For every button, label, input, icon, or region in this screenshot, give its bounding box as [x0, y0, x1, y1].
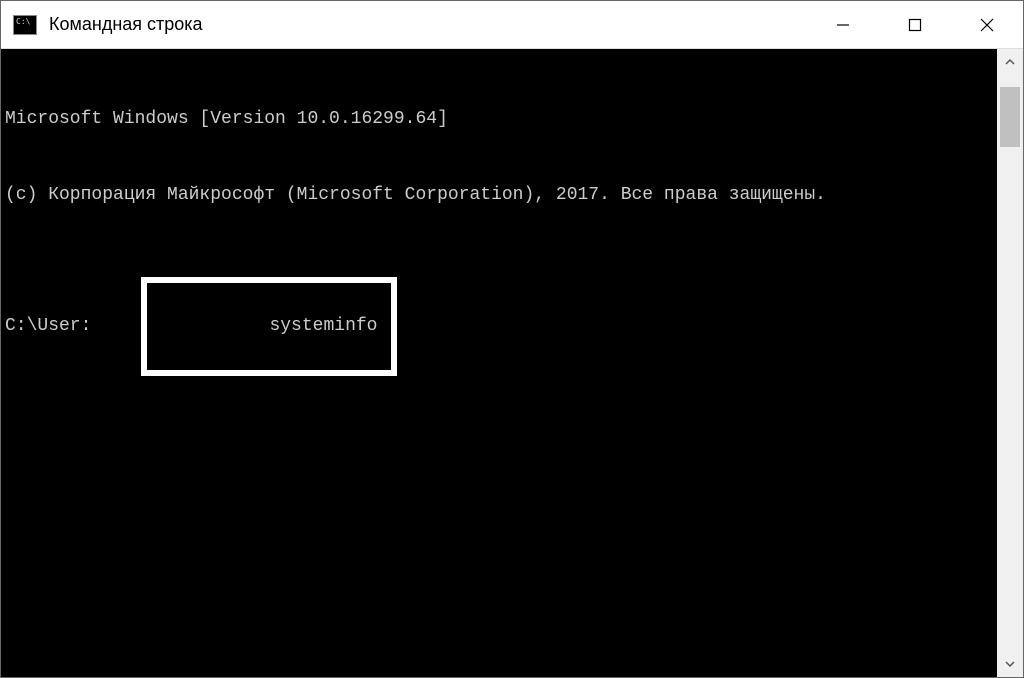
app-icon-text: C:\	[16, 18, 30, 26]
terminal-line-copyright: (c) Корпорация Майкрософт (Microsoft Cor…	[5, 183, 993, 208]
command-prompt-window: C:\ Командная строка Microsoft Windows […	[0, 0, 1024, 678]
command-text: systeminfo	[269, 316, 377, 336]
prompt-line: C:\User: systeminfo	[5, 277, 993, 377]
scroll-down-button[interactable]	[997, 651, 1023, 677]
minimize-button[interactable]	[807, 1, 879, 48]
chevron-down-icon	[1004, 658, 1016, 670]
content-area: Microsoft Windows [Version 10.0.16299.64…	[1, 49, 1023, 677]
scroll-track[interactable]	[997, 75, 1023, 651]
vertical-scrollbar[interactable]	[997, 49, 1023, 677]
window-title: Командная строка	[49, 14, 807, 35]
command-highlight-box: systeminfo	[141, 277, 397, 377]
close-icon	[979, 17, 995, 33]
scroll-thumb[interactable]	[1000, 87, 1020, 147]
chevron-up-icon	[1004, 56, 1016, 68]
prompt-path: C:\User:	[5, 314, 91, 339]
app-icon: C:\	[13, 15, 37, 35]
titlebar[interactable]: C:\ Командная строка	[1, 1, 1023, 49]
terminal-output[interactable]: Microsoft Windows [Version 10.0.16299.64…	[1, 49, 997, 677]
window-controls	[807, 1, 1023, 48]
scroll-up-button[interactable]	[997, 49, 1023, 75]
minimize-icon	[835, 17, 851, 33]
close-button[interactable]	[951, 1, 1023, 48]
maximize-button[interactable]	[879, 1, 951, 48]
maximize-icon	[907, 17, 923, 33]
terminal-line-version: Microsoft Windows [Version 10.0.16299.64…	[5, 107, 993, 132]
